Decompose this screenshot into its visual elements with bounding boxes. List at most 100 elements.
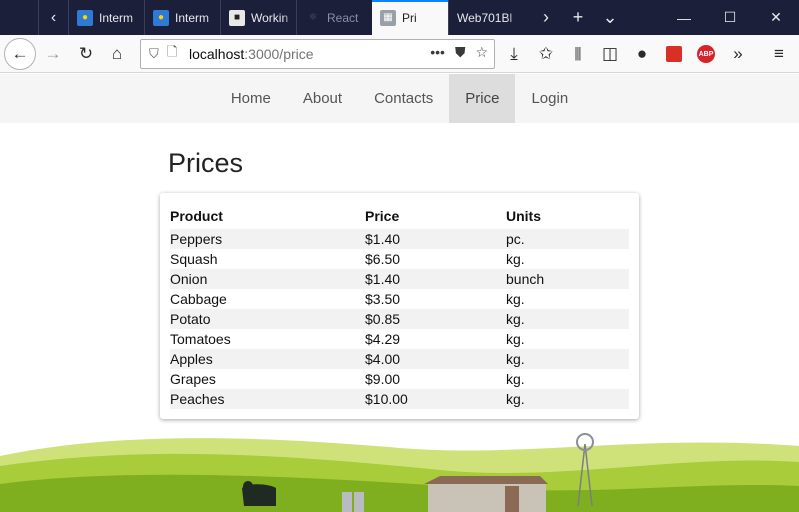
cell-product: Peppers — [170, 229, 365, 249]
table-row: Tomatoes $4.29 kg. — [170, 329, 629, 349]
chevron-left-icon: ‹ — [50, 8, 57, 26]
table-row: Squash $6.50 kg. — [170, 249, 629, 269]
tab-4[interactable]: ⚛ React — [296, 0, 372, 35]
forward-button[interactable]: → — [38, 39, 68, 69]
page-actions-button[interactable]: ••• — [430, 44, 445, 61]
nav-link-login[interactable]: Login — [515, 74, 584, 123]
cell-price: $1.40 — [365, 229, 506, 249]
table-row: Cabbage $3.50 kg. — [170, 289, 629, 309]
cell-units: kg. — [506, 291, 525, 307]
column-header-price: Price — [365, 208, 400, 224]
tab-title: Interm — [175, 10, 210, 25]
close-window-button[interactable]: ✕ — [753, 0, 799, 35]
arrow-right-icon: → — [44, 44, 62, 63]
home-icon: ⌂ — [111, 44, 123, 63]
cell-units: kg. — [506, 309, 629, 329]
reload-icon: ↻ — [78, 44, 94, 63]
price-table-card: Product Price Units Peppers $1.40 pc. Squas… — [160, 193, 639, 419]
new-tab-button[interactable]: + — [562, 0, 594, 35]
chevron-down-icon: ⌄ — [602, 7, 618, 27]
more-tools-button[interactable]: » — [723, 39, 753, 69]
tab-title: Interm — [99, 10, 134, 25]
cell-price: $0.85 — [365, 309, 506, 329]
gray-favicon-icon: ▦ — [380, 9, 396, 26]
pocket-icon[interactable]: ⛊ — [455, 44, 466, 61]
cell-units: kg. — [506, 371, 525, 387]
table-body: Peppers $1.40 pc. Squash $6.50 kg. Onion $1.40 b… — [170, 229, 629, 409]
barn-icon — [424, 476, 548, 512]
minimize-icon: — — [677, 9, 691, 26]
tab-3[interactable]: ■ Workin — [220, 0, 296, 35]
adblock-icon: ABP — [697, 45, 715, 63]
cell-price: $9.00 — [365, 371, 401, 387]
extension-red-icon — [666, 46, 682, 62]
hamburger-menu-icon: ≡ — [774, 44, 784, 63]
scroll-tabs-right-button[interactable]: › — [530, 0, 562, 35]
cell-price: $3.50 — [365, 291, 401, 307]
plus-icon: + — [572, 7, 584, 27]
cell-product: Grapes — [170, 371, 216, 387]
cell-price: $1.40 — [365, 269, 506, 289]
cell-units: bunch — [506, 269, 629, 289]
sidebar-button[interactable]: ◫ — [595, 39, 625, 69]
site-navbar: Home About Contacts Price Login — [0, 74, 799, 123]
table-header-row: Product Price Units — [170, 203, 629, 229]
tab-6[interactable]: Web701Bl — [448, 0, 530, 35]
cell-units: kg. — [506, 349, 629, 369]
tab-strip: ‹ ● Interm ● Interm ■ Workin ⚛ React ▦ P… — [0, 0, 799, 35]
tab-1[interactable]: ● Interm — [68, 0, 144, 35]
account-button[interactable]: ● — [627, 39, 657, 69]
tab-title: Pri — [402, 10, 417, 25]
scroll-tabs-left-button[interactable]: ‹ — [38, 0, 68, 35]
cell-units: pc. — [506, 229, 629, 249]
blue-favicon-icon: ● — [153, 9, 169, 26]
table-row: Peaches $10.00 kg. — [170, 389, 629, 409]
url-host: localhost — [189, 46, 245, 62]
cell-price: $6.50 — [365, 251, 401, 267]
nav-link-about[interactable]: About — [287, 74, 358, 123]
column-header-product: Product — [170, 208, 223, 224]
menu-button[interactable]: ≡ — [764, 39, 794, 69]
maximize-icon: ☐ — [723, 9, 737, 25]
bookmark-star-list-icon: ✩ — [538, 44, 554, 63]
chevron-right-icon: › — [543, 7, 549, 27]
price-table: Product Price Units Peppers $1.40 pc. Squas… — [170, 203, 629, 409]
tab-active-price[interactable]: ▦ Pri — [372, 0, 448, 35]
download-icon: ⤓ — [510, 44, 518, 63]
cell-product: Apples — [170, 349, 365, 369]
library-button[interactable]: ⫼ — [563, 39, 593, 69]
close-icon: ✕ — [770, 9, 782, 25]
extension-button[interactable] — [659, 39, 689, 69]
nav-link-home[interactable]: Home — [215, 74, 287, 123]
account-icon: ● — [636, 44, 648, 63]
sidebar-icon: ◫ — [601, 44, 619, 63]
cell-units: kg. — [506, 251, 525, 267]
adblock-button[interactable]: ABP — [691, 39, 721, 69]
page-info-icon: 🗋 — [167, 44, 178, 59]
nav-link-price[interactable]: Price — [449, 74, 516, 123]
cell-product: Tomatoes — [170, 331, 231, 347]
bookmark-star-icon[interactable]: ☆ — [475, 44, 488, 61]
chevron-double-right-icon: » — [733, 44, 743, 63]
table-row: Onion $1.40 bunch — [170, 269, 629, 289]
shield-icon: ⛉ — [149, 46, 159, 61]
cell-units: kg. — [506, 389, 629, 409]
list-all-tabs-button[interactable]: ⌄ — [594, 0, 626, 35]
cell-price: $4.00 — [365, 349, 506, 369]
table-row: Apples $4.00 kg. — [170, 349, 629, 369]
home-button[interactable]: ⌂ — [102, 39, 132, 69]
back-button[interactable]: ← — [4, 38, 36, 70]
reload-button[interactable]: ↻ — [71, 39, 101, 69]
react-favicon-icon: ⚛ — [308, 12, 318, 23]
downloads-button[interactable]: ⤓ — [499, 39, 529, 69]
bookmarks-button[interactable]: ✩ — [531, 39, 561, 69]
tab-2[interactable]: ● Interm — [144, 0, 220, 35]
url-bar[interactable]: ⛉ 🗋 localhost:3000/price ••• ⛊ ☆ — [140, 39, 495, 69]
nav-link-contacts[interactable]: Contacts — [358, 74, 449, 123]
tab-title: React — [327, 10, 359, 25]
minimize-button[interactable]: — — [661, 0, 707, 35]
cell-product: Peaches — [170, 389, 365, 409]
maximize-button[interactable]: ☐ — [707, 0, 753, 35]
table-row: Potato $0.85 kg. — [170, 309, 629, 329]
cell-product: Onion — [170, 269, 365, 289]
